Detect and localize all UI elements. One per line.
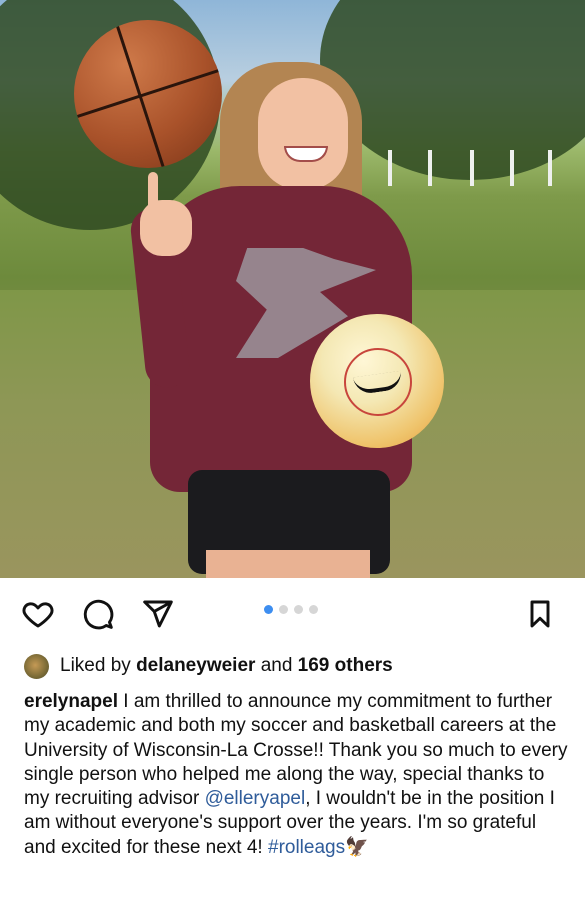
soccer-ball <box>310 314 444 448</box>
legs <box>206 550 370 578</box>
post-caption: erelynapel I am thrilled to announce my … <box>24 690 569 860</box>
likes-joiner: and <box>260 655 293 676</box>
basketball <box>74 20 222 168</box>
carousel-indicator <box>264 605 318 614</box>
post-photo[interactable] <box>0 0 585 578</box>
fence-post <box>388 150 392 186</box>
caption-username[interactable]: erelynapel <box>24 691 118 712</box>
fence-post <box>548 150 552 186</box>
fence-post <box>428 150 432 186</box>
likes-user[interactable]: delaneyweier <box>136 655 255 677</box>
bookmark-icon[interactable] <box>524 598 556 630</box>
likes-row[interactable]: Liked by delaneyweier and 169 others <box>24 650 393 682</box>
caption-hashtag[interactable]: #rolleags <box>268 837 345 858</box>
likes-others[interactable]: 169 others <box>298 655 393 677</box>
carousel-dot <box>279 605 288 614</box>
person-face <box>258 78 348 190</box>
send-icon[interactable] <box>142 598 174 630</box>
carousel-dot <box>294 605 303 614</box>
avatar[interactable] <box>24 653 49 679</box>
likes-prefix: Liked by <box>60 655 131 676</box>
fence-post <box>470 150 474 186</box>
carousel-dot <box>264 605 273 614</box>
fence-post <box>510 150 514 186</box>
eagle-emoji-icon: 🦅 <box>345 836 369 858</box>
person-finger <box>148 172 158 216</box>
carousel-dot <box>309 605 318 614</box>
comment-icon[interactable] <box>82 598 114 630</box>
caption-mention[interactable]: @elleryapel <box>205 788 306 809</box>
heart-icon[interactable] <box>22 598 54 630</box>
